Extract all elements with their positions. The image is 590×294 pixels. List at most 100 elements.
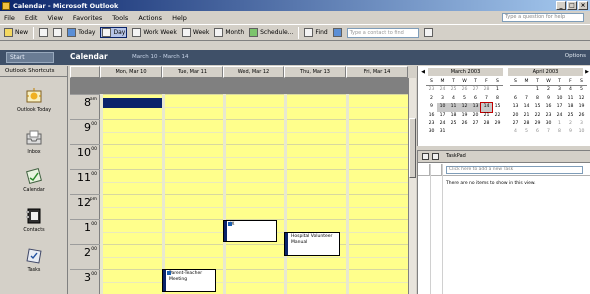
calendar-day[interactable]: 3: [576, 120, 587, 128]
calendar-day[interactable]: 27: [470, 120, 481, 128]
week-view-button[interactable]: Week: [181, 28, 209, 37]
calendar-day[interactable]: 8: [492, 95, 503, 103]
all-day-event-area[interactable]: [70, 78, 408, 94]
day-column-fri[interactable]: [346, 94, 408, 294]
calendar-day[interactable]: 9: [426, 103, 437, 111]
calendar-day[interactable]: 25: [448, 86, 459, 94]
menu-tools[interactable]: Tools: [112, 14, 128, 22]
calendar-day[interactable]: 18: [565, 103, 576, 111]
day-header-tue[interactable]: Tue, Mar 11: [162, 66, 223, 78]
calendar-day[interactable]: 29: [492, 120, 503, 128]
calendar-day[interactable]: 1: [554, 120, 565, 128]
day-column-tue[interactable]: [162, 94, 223, 294]
calendar-day[interactable]: 9: [543, 95, 554, 103]
menu-actions[interactable]: Actions: [138, 14, 162, 22]
scrollbar-thumb[interactable]: [409, 118, 416, 178]
minimize-button[interactable]: _: [556, 1, 566, 10]
calendar-day[interactable]: 5: [459, 95, 470, 103]
calendar-day[interactable]: 21: [481, 112, 492, 120]
calendar-day[interactable]: 12: [459, 103, 470, 112]
calendar-day[interactable]: 23: [543, 112, 554, 120]
calendar-day[interactable]: 3: [437, 95, 448, 103]
calendar-day[interactable]: 27: [470, 86, 481, 94]
calendar-day[interactable]: 5: [576, 86, 587, 94]
shortcut-tasks[interactable]: Tasks: [0, 246, 68, 273]
appointment[interactable]: Parent-Teacher Meeting: [162, 269, 216, 292]
shortcut-calendar[interactable]: Calendar: [0, 166, 68, 193]
calendar-day[interactable]: 30: [426, 128, 437, 136]
calendar-day[interactable]: 7: [481, 95, 492, 103]
calendar-day[interactable]: 31: [437, 128, 448, 136]
calendar-day[interactable]: 22: [492, 112, 503, 120]
print-icon[interactable]: [39, 28, 49, 37]
calendar-day[interactable]: 4: [448, 95, 459, 103]
calendar-day[interactable]: 12: [576, 95, 587, 103]
day-header-thu[interactable]: Thu, Mar 13: [284, 66, 346, 78]
calendar-day[interactable]: 20: [510, 112, 521, 120]
calendar-day[interactable]: 2: [543, 86, 554, 94]
calendar-day[interactable]: 10: [576, 128, 587, 136]
calendar-scrollbar[interactable]: [408, 78, 416, 294]
calendar-day[interactable]: 15: [492, 103, 503, 111]
calendar-day[interactable]: 17: [554, 103, 565, 111]
calendar-day[interactable]: 7: [543, 128, 554, 136]
calendar-day[interactable]: 11: [448, 103, 459, 112]
calendar-day[interactable]: 8: [532, 95, 543, 103]
selected-time-slot[interactable]: [103, 98, 162, 108]
calendar-day[interactable]: 16: [426, 112, 437, 120]
calendar-day[interactable]: 18: [448, 112, 459, 120]
calendar-day[interactable]: 16: [543, 103, 554, 111]
calendar-day[interactable]: 28: [481, 120, 492, 128]
calendar-day[interactable]: 15: [532, 103, 543, 111]
menu-favorites[interactable]: Favorites: [73, 14, 102, 22]
calendar-day[interactable]: 24: [554, 112, 565, 120]
calendar-day[interactable]: 28: [481, 86, 492, 94]
calendar-day[interactable]: 2: [426, 95, 437, 103]
day-column-mon[interactable]: [100, 94, 162, 294]
find-button[interactable]: Find: [304, 28, 328, 37]
today-button[interactable]: Today: [67, 28, 95, 37]
calendar-day[interactable]: 1: [492, 86, 503, 94]
calendar-day[interactable]: 24: [437, 120, 448, 128]
calendar-day[interactable]: 10: [554, 95, 565, 103]
options-link[interactable]: Options: [565, 53, 586, 59]
calendar-day[interactable]: 9: [565, 128, 576, 136]
calendar-day[interactable]: 19: [459, 112, 470, 120]
find-contact-input[interactable]: Type a contact to find: [346, 27, 419, 38]
calendar-day[interactable]: 4: [510, 128, 521, 136]
menu-view[interactable]: View: [47, 14, 62, 22]
calendar-day[interactable]: 8: [554, 128, 565, 136]
day-header-fri[interactable]: Fri, Mar 14: [346, 66, 408, 78]
calendar-day[interactable]: 25: [448, 120, 459, 128]
new-button[interactable]: New: [4, 28, 28, 37]
calendar-day[interactable]: 5: [521, 128, 532, 136]
calendar-day[interactable]: 13: [510, 103, 521, 111]
calendar-day[interactable]: 19: [576, 103, 587, 111]
calendar-day[interactable]: 3: [554, 86, 565, 94]
calendar-day[interactable]: 26: [459, 86, 470, 94]
schedule-button[interactable]: Schedule...: [249, 28, 293, 37]
address-book-icon[interactable]: [332, 28, 342, 37]
calendar-day[interactable]: 26: [459, 120, 470, 128]
menu-edit[interactable]: Edit: [25, 14, 38, 22]
close-button[interactable]: ×: [578, 1, 588, 10]
calendar-day[interactable]: 2: [565, 120, 576, 128]
calendar-day[interactable]: 20: [470, 112, 481, 120]
calendar-day[interactable]: 27: [510, 120, 521, 128]
calendar-day[interactable]: 24: [437, 86, 448, 94]
calendar-day[interactable]: 11: [565, 95, 576, 103]
calendar-day[interactable]: 10: [437, 103, 448, 112]
calendar-day[interactable]: 14: [480, 102, 493, 113]
maximize-button[interactable]: □: [567, 1, 577, 10]
previous-month-arrow[interactable]: ◀: [420, 68, 426, 76]
taskpad-title[interactable]: TaskPad: [446, 153, 466, 159]
appointment[interactable]: Hospital Volunteer Manual: [284, 232, 340, 256]
day-header-wed[interactable]: Wed, Mar 12: [223, 66, 284, 78]
menu-file[interactable]: File: [4, 14, 15, 22]
day-view-button[interactable]: Day: [100, 27, 128, 38]
calendar-day[interactable]: 26: [576, 112, 587, 120]
calendar-day[interactable]: 21: [521, 112, 532, 120]
menu-help[interactable]: Help: [172, 14, 187, 22]
calendar-day[interactable]: 4: [565, 86, 576, 94]
shortcut-contacts[interactable]: Contacts: [0, 206, 68, 233]
